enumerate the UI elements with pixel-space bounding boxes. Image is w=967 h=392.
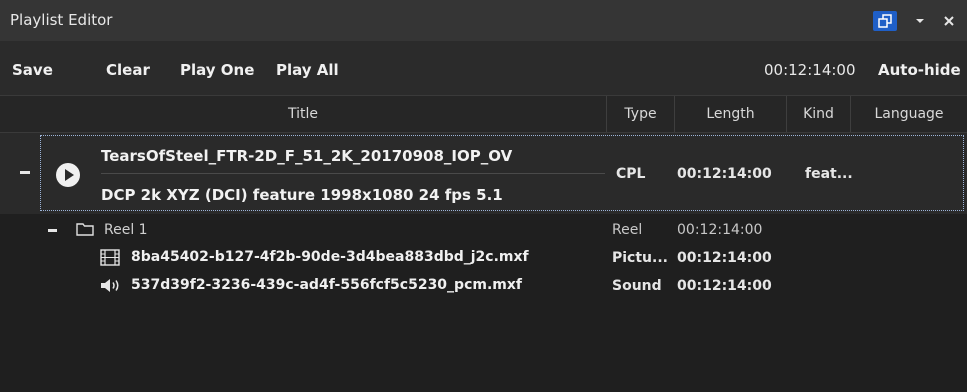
asset-name: 537d39f2-3236-439c-ad4f-556fcf5c5230_pcm… <box>131 277 522 293</box>
folder-icon <box>76 223 94 236</box>
asset-row-sound[interactable]: 537d39f2-3236-439c-ad4f-556fcf5c5230_pcm… <box>0 273 967 299</box>
cpl-kind: feat... <box>805 166 853 182</box>
window-title: Playlist Editor <box>10 11 113 29</box>
play-one-button[interactable]: Play One <box>180 61 254 79</box>
collapse-icon[interactable] <box>20 171 30 174</box>
title-bar: Playlist Editor <box>0 0 967 41</box>
speaker-icon <box>101 279 119 292</box>
asset-length: 00:12:14:00 <box>677 250 772 266</box>
asset-row-picture[interactable]: 8ba45402-b127-4f2b-90de-3d4bea883dbd_j2c… <box>0 245 967 271</box>
column-header-type[interactable]: Type <box>606 96 674 132</box>
total-duration: 00:12:14:00 <box>764 61 856 79</box>
dropdown-icon <box>916 19 924 23</box>
column-header-language[interactable]: Language <box>850 96 967 132</box>
reel-row[interactable]: Reel 1 Reel 00:12:14:00 <box>0 217 967 243</box>
divider <box>101 173 605 174</box>
column-header-kind[interactable]: Kind <box>786 96 850 132</box>
cpl-row[interactable]: TearsOfSteel_FTR-2D_F_51_2K_20170908_IOP… <box>0 133 967 214</box>
asset-length: 00:12:14:00 <box>677 278 772 294</box>
undock-button[interactable] <box>873 11 897 31</box>
undock-icon <box>878 14 892 28</box>
playlist-editor-window: Playlist Editor Save Clear Play One Play… <box>0 0 967 392</box>
window-menu-button[interactable] <box>911 11 929 31</box>
collapse-icon[interactable] <box>48 229 57 232</box>
close-button[interactable] <box>940 11 958 31</box>
asset-type: Pictu... <box>612 250 668 266</box>
save-button[interactable]: Save <box>12 61 53 79</box>
reel-label: Reel 1 <box>104 222 148 238</box>
clear-button[interactable]: Clear <box>106 61 150 79</box>
reel-type: Reel <box>612 222 643 238</box>
play-icon[interactable] <box>56 163 80 187</box>
cpl-length: 00:12:14:00 <box>677 166 772 182</box>
cpl-title: TearsOfSteel_FTR-2D_F_51_2K_20170908_IOP… <box>101 147 513 165</box>
asset-name: 8ba45402-b127-4f2b-90de-3d4bea883dbd_j2c… <box>131 249 529 265</box>
cpl-type: CPL <box>616 166 646 182</box>
column-header-title[interactable]: Title <box>0 96 606 132</box>
column-header: Title Type Length Kind Language <box>0 96 967 133</box>
close-icon <box>944 16 954 26</box>
cpl-metadata: DCP 2k XYZ (DCI) feature 1998x1080 24 fp… <box>101 186 503 204</box>
film-icon <box>100 249 120 266</box>
column-header-length[interactable]: Length <box>674 96 786 132</box>
reel-length: 00:12:14:00 <box>677 222 763 238</box>
toolbar: Save Clear Play One Play All 00:12:14:00… <box>0 41 967 96</box>
auto-hide-button[interactable]: Auto-hide <box>878 61 961 79</box>
asset-type: Sound <box>612 278 662 294</box>
play-all-button[interactable]: Play All <box>276 61 339 79</box>
